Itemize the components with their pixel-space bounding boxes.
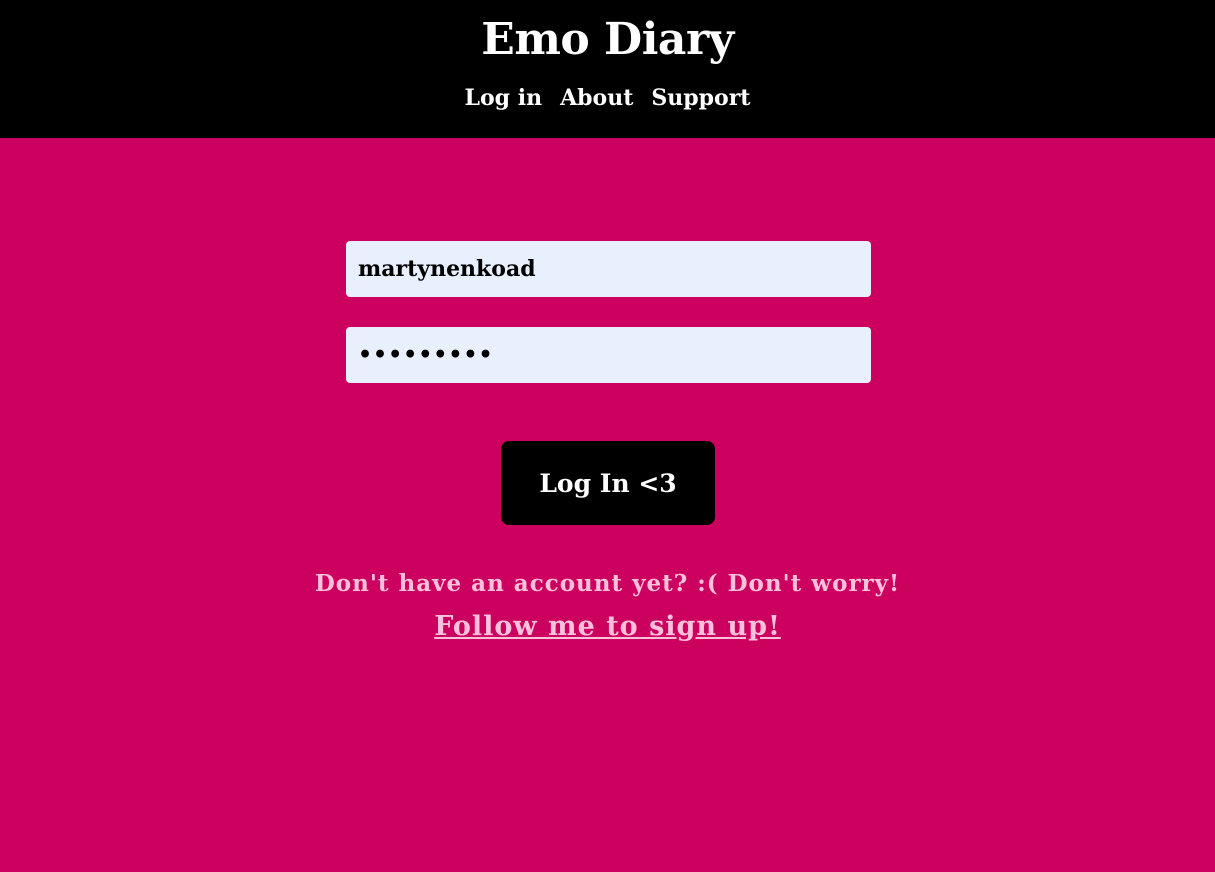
nav-link-support[interactable]: Support [651, 80, 750, 116]
main-nav: Log in About Support [0, 80, 1215, 116]
nav-link-log-in[interactable]: Log in [465, 80, 543, 116]
signup-prompt: Don't have an account yet? :( Don't worr… [314, 570, 901, 597]
username-field[interactable] [346, 241, 871, 297]
signup-link[interactable]: Follow me to sign up! [0, 608, 1215, 646]
nav-link-about[interactable]: About [560, 80, 633, 116]
login-button[interactable]: Log In <3 [501, 441, 715, 525]
site-title: Emo Diary [481, 14, 734, 65]
site-header: Emo Diary Log in About Support [0, 0, 1215, 138]
password-field[interactable] [346, 327, 871, 383]
